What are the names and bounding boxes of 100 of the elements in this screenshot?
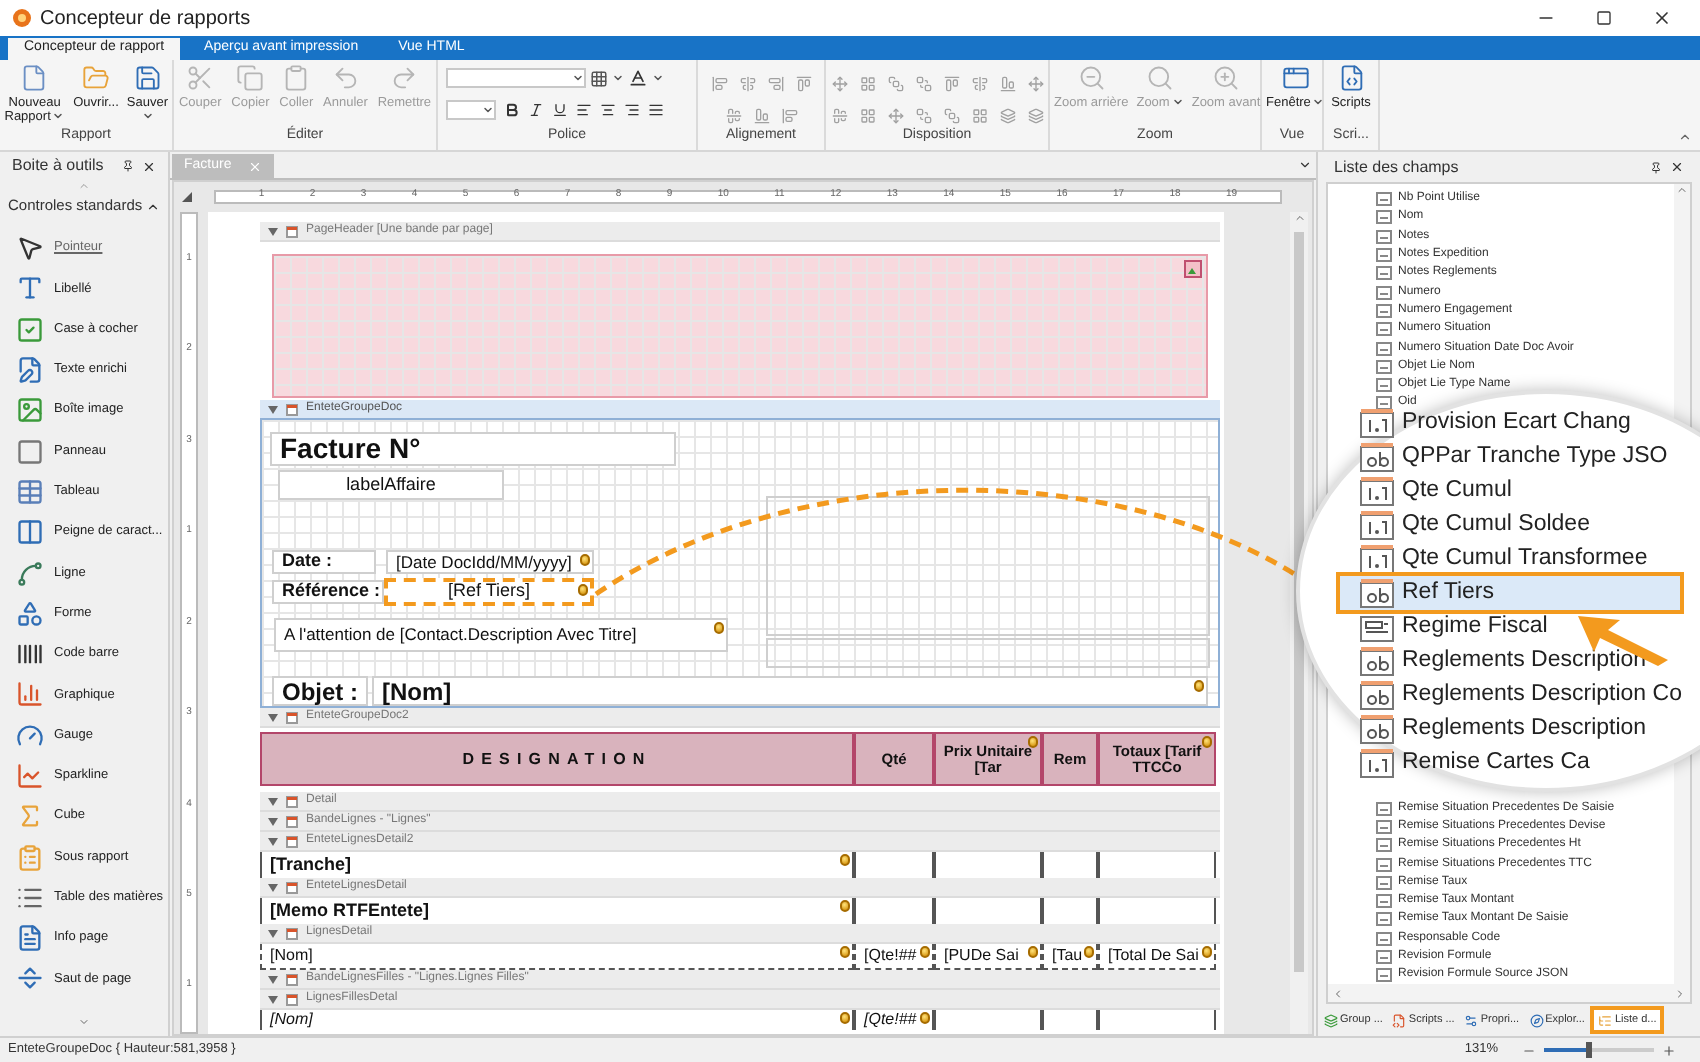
layout-tool-icon[interactable] [781,108,797,124]
layout-tool-icon[interactable] [971,108,987,124]
layout-tool-icon[interactable] [831,108,847,124]
vertical-scrollbar[interactable] [1290,212,1308,1034]
horizontal-scrollbar[interactable] [1328,984,1690,1002]
list-icon [16,883,44,912]
border-grid-icon[interactable] [590,69,608,87]
magnified-field-item[interactable]: Reglements Description [1360,712,1700,746]
collapse-icon[interactable] [268,883,278,891]
expression-icon [714,622,724,634]
pin-icon[interactable] [1650,161,1662,173]
report-field[interactable]: [Date DocIdd/MM/yyyy] [386,550,594,574]
magnified-field-item[interactable]: Reglements Description [1360,644,1700,678]
layout-tool-icon[interactable] [915,108,931,124]
panel-title: Boite à outils [12,154,104,178]
magnified-field-item[interactable]: QPPar Tranche Type JSO [1360,440,1700,474]
layout-tool-icon[interactable] [999,108,1015,124]
scroll-up-icon[interactable] [1676,184,1688,196]
collapse-icon[interactable] [268,975,278,983]
layout-tool-icon[interactable] [711,76,727,92]
report-field[interactable]: Objet : [272,676,368,706]
magnified-field-item[interactable]: Provision Ecart Chang [1360,406,1700,440]
collapse-icon[interactable] [268,995,278,1003]
scroll-up-icon[interactable] [1293,212,1305,224]
caret-icon [1312,96,1325,109]
ruler-corner-icon [182,191,192,201]
align-left-icon[interactable] [576,102,592,118]
magnified-field-item[interactable]: Qte Cumul [1360,474,1700,508]
report-field[interactable]: Facture N° [270,432,676,466]
layout-tool-icon[interactable] [887,76,903,92]
magnified-field-item[interactable]: Remise Cartes Ca [1360,746,1700,780]
font-size-field[interactable] [446,100,496,120]
collapse-icon[interactable] [268,713,278,721]
dropdown-icon[interactable] [1298,158,1312,172]
collapse-icon[interactable] [268,837,278,845]
layout-tool-icon[interactable] [739,76,755,92]
report-field[interactable]: [Ref Tiers] [384,578,594,606]
magnified-field-item[interactable]: Regime Fiscal [1360,610,1700,644]
close-icon[interactable] [142,159,156,173]
collapse-icon[interactable] [268,227,278,235]
report-field[interactable]: Référence : [272,580,384,604]
font-name-field[interactable] [446,68,586,88]
magnified-field-item[interactable]: Qte Cumul Soldee [1360,508,1700,542]
expression-icon [578,584,588,596]
layout-tool-icon[interactable] [767,76,783,92]
number-field-icon [1360,748,1394,778]
window-icon [1281,64,1310,92]
layout-tool-icon[interactable] [795,76,811,92]
magnified-field-item[interactable]: Ref Tiers [1340,576,1680,610]
collapse-icon[interactable] [268,817,278,825]
bold-icon[interactable] [504,102,520,118]
zoom-in-icon[interactable] [1662,1043,1676,1057]
caret-icon [52,110,65,123]
field-type-icon [1376,894,1392,909]
expression-icon [840,854,850,866]
table-cell [934,1010,1042,1030]
layout-tool-icon[interactable] [859,108,875,124]
close-icon[interactable] [1670,160,1684,174]
pin-icon[interactable] [122,160,134,172]
align-center-icon[interactable] [600,102,616,118]
layout-tool-icon[interactable] [999,76,1015,92]
maximize-icon[interactable] [1596,10,1612,26]
report-field[interactable]: [Nom] [372,676,1208,706]
align-justify-icon[interactable] [648,102,664,118]
layout-tool-icon[interactable] [725,108,741,124]
collapse-ribbon-icon[interactable] [1678,130,1692,144]
zoom-slider-thumb[interactable] [1586,1042,1592,1058]
empty-frame[interactable] [766,638,1210,668]
scroll-down-icon[interactable] [78,1016,90,1028]
italic-icon[interactable] [528,102,544,118]
scroll-up-icon[interactable] [78,180,90,192]
collapse-icon[interactable] [268,929,278,937]
layout-tool-icon[interactable] [753,108,769,124]
close-icon[interactable] [1652,8,1672,28]
collapse-icon[interactable] [268,797,278,805]
caret-icon [1171,96,1184,109]
layout-tool-icon[interactable] [915,76,931,92]
report-field[interactable]: Date : [272,550,376,574]
scroll-right-icon[interactable] [1674,987,1686,999]
layout-tool-icon[interactable] [831,76,847,92]
font-color-icon[interactable] [628,68,648,88]
report-field[interactable]: labelAffaire [278,470,504,500]
underline-icon[interactable] [552,102,568,118]
layout-tool-icon[interactable] [859,76,875,92]
collapse-icon[interactable] [268,405,278,413]
empty-frame[interactable] [766,496,1210,636]
align-right-icon[interactable] [624,102,640,118]
column-header[interactable]: DESIGNATION [260,732,854,786]
report-field[interactable]: A l'attention de [Contact.Description Avec Titre] [274,618,728,652]
layout-tool-icon[interactable] [943,108,959,124]
scroll-left-icon[interactable] [1332,987,1344,999]
zoom-out-icon [1077,64,1106,92]
layout-tool-icon[interactable] [1027,108,1043,124]
layout-tool-icon[interactable] [887,108,903,124]
number-field-icon [1360,510,1394,540]
field-type-icon [1376,303,1392,318]
layout-tool-icon[interactable] [943,76,959,92]
layout-tool-icon[interactable] [1027,76,1043,92]
layout-tool-icon[interactable] [971,76,987,92]
magnified-field-item[interactable]: Reglements Description Co [1360,678,1700,712]
